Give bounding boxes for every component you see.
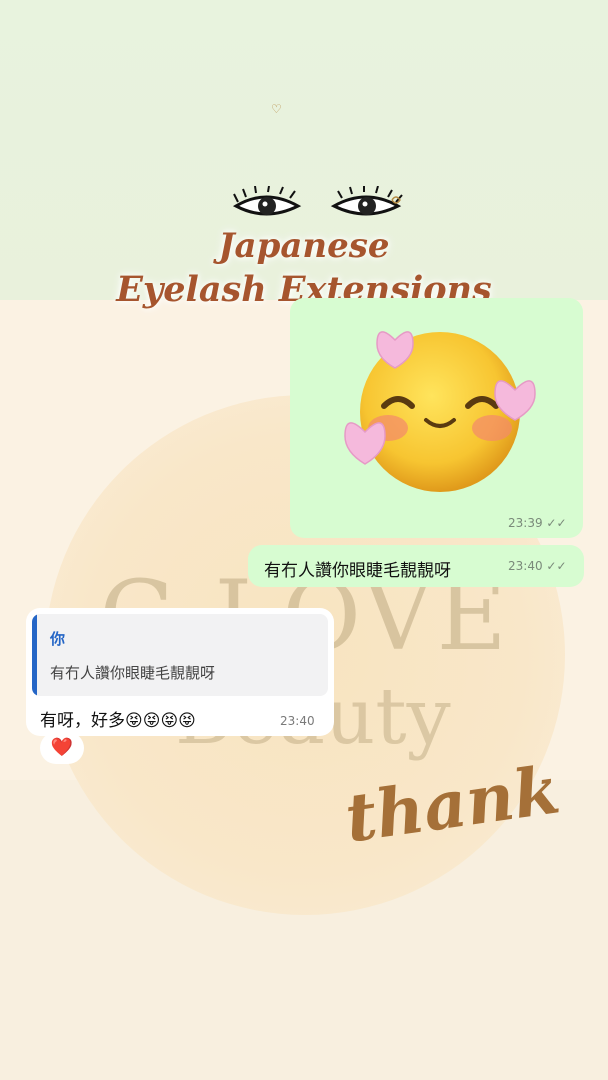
quoted-author: 你 — [50, 630, 66, 648]
message-1-meta: 23:39 ✓✓ — [508, 516, 567, 530]
smiling-face-with-hearts-icon — [344, 331, 536, 492]
eyes-icon — [232, 186, 403, 216]
incoming-reply-bubble[interactable]: 你 有冇人讚你眼睫毛靚靚呀 有呀，好多😝😝😝😝 23:40 — [26, 608, 334, 736]
quoted-text: 有冇人讚你眼睫毛靚靚呀 — [50, 664, 216, 682]
heart-reaction-icon[interactable]: ❤️ — [40, 732, 84, 764]
read-ticks-icon: ✓✓ — [546, 559, 567, 573]
small-heart-icon: ♡ — [271, 102, 282, 116]
message-2-text: 有冇人讚你眼睫毛靚靚呀 — [264, 561, 451, 581]
quote-accent-bar — [32, 614, 37, 696]
message-1-time: 23:39 — [508, 516, 543, 530]
read-ticks-icon: ✓✓ — [546, 516, 567, 530]
message-2-time: 23:40 — [508, 559, 543, 573]
outgoing-text-bubble[interactable]: 有冇人讚你眼睫毛靚靚呀 23:40 ✓✓ — [248, 545, 584, 587]
title-line-1: Japanese — [218, 226, 390, 266]
message-3-text: 有呀，好多😝😝😝😝 — [40, 711, 196, 731]
message-2-meta: 23:40 ✓✓ — [508, 559, 567, 573]
message-3-time: 23:40 — [280, 714, 315, 728]
quoted-message[interactable]: 你 有冇人讚你眼睫毛靚靚呀 — [32, 614, 328, 696]
